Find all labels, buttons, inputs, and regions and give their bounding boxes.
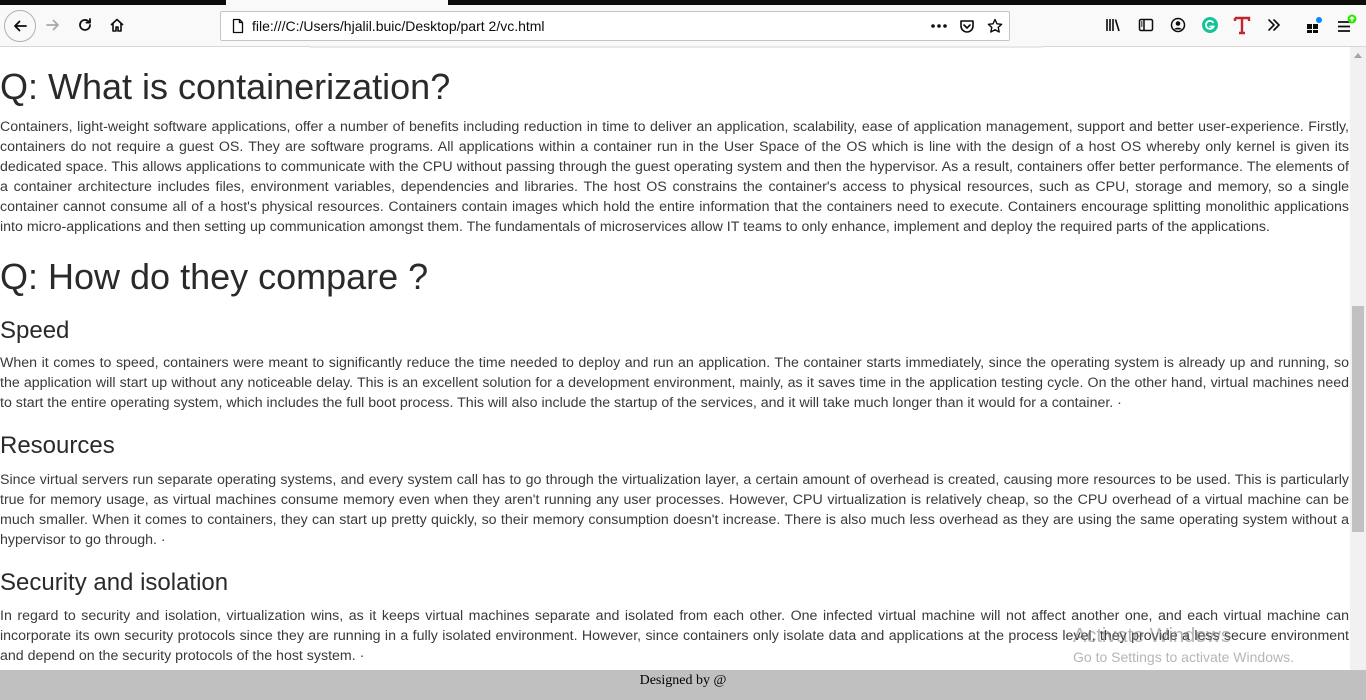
t-extension-icon xyxy=(1233,16,1251,35)
reload-button[interactable] xyxy=(69,9,101,41)
hamburger-menu-icon xyxy=(1338,14,1357,32)
heading-containerization: Q: What is containerization? xyxy=(0,66,451,107)
chevron-double-right-icon xyxy=(1268,19,1280,31)
page-icon xyxy=(232,18,244,34)
paragraph-speed: When it comes to speed, containers were … xyxy=(0,355,1349,411)
account-icon xyxy=(1170,17,1186,33)
browser-toolbar: file:///C:/Users/hjalil.buic/Desktop/par… xyxy=(0,5,1366,47)
extensions-button[interactable] xyxy=(1298,9,1330,41)
star-icon xyxy=(987,18,1003,33)
home-icon xyxy=(110,18,124,32)
scroll-up-arrow-icon xyxy=(1354,53,1362,58)
grammarly-button[interactable] xyxy=(1194,9,1226,41)
pocket-icon xyxy=(960,20,974,33)
home-button[interactable] xyxy=(101,9,133,41)
heading-speed: Speed xyxy=(0,317,70,344)
heading-comparison: Q: How do they compare ? xyxy=(0,256,429,297)
grammarly-icon xyxy=(1202,17,1218,33)
paragraph-resources: Since virtual servers run separate opera… xyxy=(0,472,1349,548)
extensions-icon xyxy=(1307,17,1322,33)
watermark-line-2: Go to Settings to activate Windows. xyxy=(1073,649,1294,665)
back-button[interactable] xyxy=(4,10,36,42)
overflow-menu-button[interactable] xyxy=(1258,9,1290,41)
heading-security: Security and isolation xyxy=(0,569,229,596)
main-menu-button[interactable] xyxy=(1330,9,1362,41)
scroll-up-button[interactable] xyxy=(1350,47,1366,64)
paragraph-containerization: Containers, light-weight software applic… xyxy=(0,119,1349,235)
page-footer: Designed by @ xyxy=(0,670,1366,700)
url-text[interactable]: file:///C:/Users/hjalil.buic/Desktop/par… xyxy=(252,18,545,34)
heading-resources: Resources xyxy=(0,432,115,459)
sidebar-button[interactable] xyxy=(1130,9,1162,41)
page-content: Q: What is containerization? Containers,… xyxy=(0,47,1350,670)
translate-extension-button[interactable] xyxy=(1226,9,1258,41)
footer-credit: Designed by @ xyxy=(639,673,727,688)
pocket-button[interactable] xyxy=(958,17,976,35)
forward-button[interactable] xyxy=(37,9,69,41)
account-button[interactable] xyxy=(1162,9,1194,41)
windows-activation-watermark: Activate Windows Go to Settings to activ… xyxy=(1073,624,1353,666)
page-actions-button[interactable] xyxy=(930,17,948,35)
forward-arrow-icon xyxy=(46,19,59,31)
vertical-scrollbar[interactable] xyxy=(1350,47,1366,670)
reload-icon xyxy=(79,18,91,31)
back-arrow-icon xyxy=(14,20,27,32)
sidebar-icon xyxy=(1138,18,1154,32)
scrollbar-thumb[interactable] xyxy=(1352,306,1364,532)
library-icon xyxy=(1106,19,1120,32)
url-bar[interactable]: file:///C:/Users/hjalil.buic/Desktop/par… xyxy=(220,11,1010,41)
more-actions-icon xyxy=(931,24,947,28)
watermark-line-1: Activate Windows xyxy=(1073,625,1231,647)
bookmark-button[interactable] xyxy=(986,17,1004,35)
library-button[interactable] xyxy=(1098,9,1130,41)
